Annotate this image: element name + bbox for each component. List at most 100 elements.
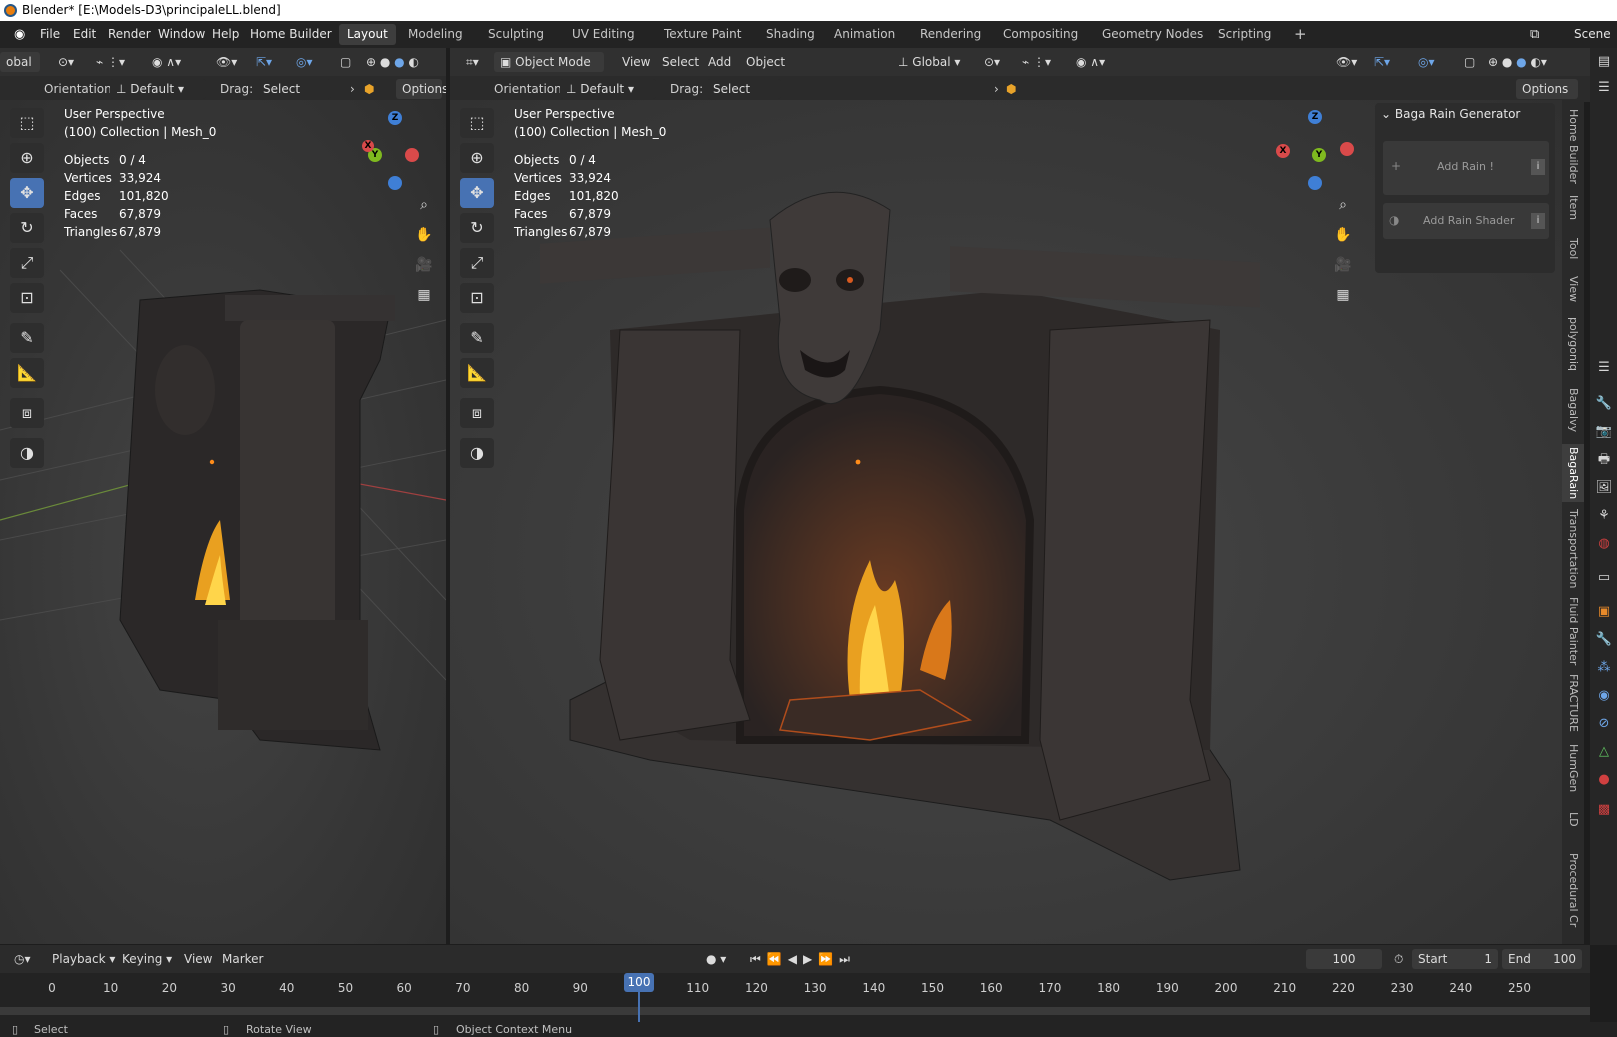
properties-outliner-icon[interactable]: ☰ bbox=[1594, 78, 1614, 98]
left-3d-viewport[interactable]: ⬚ ⊕ ✥ ↻ ⤢ ⊡ ✎ 📐 ⧈ ◑ User Perspective (10… bbox=[0, 100, 446, 944]
main-shading-tool-icon[interactable]: ◑ bbox=[460, 438, 494, 468]
tool-properties-icon[interactable]: 🔧 bbox=[1594, 394, 1614, 414]
gizmo-neg-z-axis[interactable] bbox=[388, 176, 402, 190]
scale-tool-icon[interactable]: ⤢ bbox=[10, 248, 44, 278]
main-select-box-tool-icon[interactable]: ⬚ bbox=[460, 108, 494, 138]
view-layer-icon[interactable]: 🖼 bbox=[1594, 478, 1614, 498]
tab-rendering[interactable]: Rendering bbox=[912, 24, 989, 45]
timeline-scrollbar[interactable] bbox=[0, 1007, 1590, 1015]
measure-tool-icon[interactable]: 📐 bbox=[10, 358, 44, 388]
playback-controls[interactable]: ⏮⏪◀▶⏩⏭ bbox=[744, 949, 862, 969]
gizmo-x-axis[interactable]: X bbox=[362, 140, 374, 152]
add-workspace-button[interactable]: + bbox=[1286, 24, 1315, 45]
particles-properties-icon[interactable]: ⁂ bbox=[1594, 658, 1614, 678]
object-properties-icon[interactable]: ▣ bbox=[1594, 602, 1614, 622]
grid-view-icon[interactable]: ▦ bbox=[411, 282, 437, 308]
tab-sculpting[interactable]: Sculpting bbox=[480, 24, 552, 45]
timeline-playback-menu[interactable]: Playback ▾ bbox=[46, 949, 121, 969]
main-cursor-tool-icon[interactable]: ⊕ bbox=[460, 143, 494, 173]
material-icon[interactable]: ⬢ bbox=[364, 79, 374, 99]
timeline-keying-menu[interactable]: Keying ▾ bbox=[116, 949, 178, 969]
cursor-tool-icon[interactable]: ⊕ bbox=[10, 143, 44, 173]
add-rain-button[interactable]: + Add Rain ! i bbox=[1383, 141, 1549, 195]
main-gizmo-neg-z-axis[interactable] bbox=[1308, 176, 1322, 190]
pan-hand-icon[interactable]: ✋ bbox=[411, 222, 437, 248]
main-snap-icon[interactable]: ⌁ ⋮▾ bbox=[1016, 52, 1057, 72]
main-camera-icon[interactable]: 🎥 bbox=[1330, 252, 1356, 278]
data-properties-icon[interactable]: △ bbox=[1594, 742, 1614, 762]
zoom-icon[interactable]: ⌕ bbox=[411, 192, 437, 218]
scene-properties-icon[interactable]: ⚘ bbox=[1594, 506, 1614, 526]
mode-dropdown[interactable]: ▣ Object Mode ▾ bbox=[494, 52, 604, 89]
main-gizmo-toggle-icon[interactable]: ⇱▾ bbox=[1368, 52, 1396, 72]
menu-file[interactable]: File bbox=[34, 25, 66, 44]
menu-select[interactable]: Select bbox=[656, 52, 705, 72]
shading-modes-icon[interactable]: ⊕ ● ● ◐ bbox=[360, 52, 425, 72]
menu-edit[interactable]: Edit bbox=[67, 25, 102, 44]
add-rain-shader-button[interactable]: ◑ Add Rain Shader i bbox=[1383, 203, 1549, 239]
timeline-editor-icon[interactable]: ◷▾ bbox=[8, 949, 37, 969]
left-transform-dropdown[interactable]: obal bbox=[0, 52, 40, 72]
end-frame-field[interactable]: End 100 bbox=[1502, 949, 1582, 969]
current-frame-indicator[interactable]: 100 bbox=[624, 973, 654, 992]
main-shading-modes-icon[interactable]: ⊕ ● ● ◐▾ bbox=[1482, 52, 1553, 72]
shader-info-icon[interactable]: i bbox=[1531, 213, 1545, 229]
camera-icon[interactable]: 🎥 bbox=[411, 252, 437, 278]
collection-properties-icon[interactable]: ▭ bbox=[1594, 568, 1614, 588]
modifier-properties-icon[interactable]: 🔧 bbox=[1594, 630, 1614, 650]
tab-layout[interactable]: Layout bbox=[339, 24, 396, 45]
sidebar-tab-transportation[interactable]: Transportation bbox=[1562, 508, 1584, 590]
menu-home-builder[interactable]: Home Builder bbox=[244, 25, 338, 44]
properties-editor-icon[interactable]: ▤ bbox=[1594, 52, 1614, 72]
main-options-button[interactable]: Options ▾ bbox=[1516, 79, 1578, 116]
pivot-icon[interactable]: ⊙▾ bbox=[52, 52, 80, 72]
timeline-view-menu[interactable]: View bbox=[178, 949, 218, 969]
main-annotate-tool-icon[interactable]: ✎ bbox=[460, 323, 494, 353]
material-properties-icon[interactable]: ● bbox=[1594, 770, 1614, 790]
sidebar-tab-humgen[interactable]: HumGen bbox=[1562, 740, 1584, 796]
scene-name[interactable]: Scene bbox=[1568, 25, 1617, 44]
main-add-cube-tool-icon[interactable]: ⧈ bbox=[460, 398, 494, 428]
sidebar-tab-view[interactable]: View bbox=[1562, 272, 1584, 306]
rotate-tool-icon[interactable]: ↻ bbox=[10, 213, 44, 243]
main-measure-tool-icon[interactable]: 📐 bbox=[460, 358, 494, 388]
stopwatch-icon[interactable]: ⏱ bbox=[1388, 949, 1409, 969]
properties-menu-icon[interactable]: ☰ bbox=[1594, 358, 1614, 378]
main-overlay-toggle-icon[interactable]: ◎▾ bbox=[1412, 52, 1441, 72]
start-frame-field[interactable]: Start 1 bbox=[1412, 949, 1498, 969]
main-pivot-icon[interactable]: ⊙▾ bbox=[978, 52, 1006, 72]
sidebar-tab-home-builder[interactable]: Home Builder bbox=[1562, 108, 1584, 184]
texture-properties-icon[interactable]: ▩ bbox=[1594, 800, 1614, 820]
overlay-toggle-icon[interactable]: ◎▾ bbox=[290, 52, 319, 72]
sidebar-tab-fracture[interactable]: FRACTURE bbox=[1562, 672, 1584, 734]
sidebar-tab-polygoniq[interactable]: polygoniq bbox=[1562, 312, 1584, 376]
main-gizmo-z-axis[interactable]: Z bbox=[1308, 110, 1322, 124]
tab-scripting[interactable]: Scripting bbox=[1210, 24, 1279, 45]
tab-uv-editing[interactable]: UV Editing bbox=[564, 24, 643, 45]
sidebar-tab-fluid-painter[interactable]: Fluid Painter bbox=[1562, 596, 1584, 666]
main-move-tool-icon[interactable]: ✥ bbox=[460, 178, 494, 208]
left-orientation-dropdown[interactable]: ⊥ Default ▾ bbox=[110, 79, 206, 99]
sidebar-tab-tool[interactable]: Tool bbox=[1562, 232, 1584, 266]
main-zoom-icon[interactable]: ⌕ bbox=[1330, 192, 1356, 218]
baga-rain-panel-header[interactable]: ⌄ Baga Rain Generator bbox=[1381, 107, 1520, 121]
physics-properties-icon[interactable]: ◉ bbox=[1594, 686, 1614, 706]
tab-animation[interactable]: Animation bbox=[826, 24, 903, 45]
add-cube-tool-icon[interactable]: ⧈ bbox=[10, 398, 44, 428]
output-properties-icon[interactable]: 🖶 bbox=[1594, 450, 1614, 470]
main-drag-dropdown[interactable]: Select Box▾ bbox=[707, 79, 781, 116]
transform-orientation-dropdown[interactable]: ⊥ Global ▾ bbox=[892, 52, 966, 72]
world-properties-icon[interactable]: ◍ bbox=[1594, 534, 1614, 554]
tab-modeling[interactable]: Modeling bbox=[400, 24, 471, 45]
sidebar-tab-item[interactable]: Item bbox=[1562, 190, 1584, 226]
main-chevron-right-icon[interactable]: › bbox=[994, 79, 999, 99]
main-pan-hand-icon[interactable]: ✋ bbox=[1330, 222, 1356, 248]
left-navigation-gizmo[interactable]: Z Y X bbox=[360, 108, 440, 190]
tab-compositing[interactable]: Compositing bbox=[995, 24, 1086, 45]
timeline-area[interactable]: 0 10 20 30 40 50 60 70 80 90 100 110 120 130 140 150 160… bbox=[0, 973, 1590, 1022]
shading-tool-icon[interactable]: ◑ bbox=[10, 438, 44, 468]
sidebar-tab-procedural[interactable]: Procedural Cr bbox=[1562, 842, 1584, 938]
render-properties-icon[interactable]: 📷 bbox=[1594, 422, 1614, 442]
constraints-properties-icon[interactable]: ⊘ bbox=[1594, 714, 1614, 734]
main-visibility-icon[interactable]: 👁▾ bbox=[1330, 52, 1363, 72]
